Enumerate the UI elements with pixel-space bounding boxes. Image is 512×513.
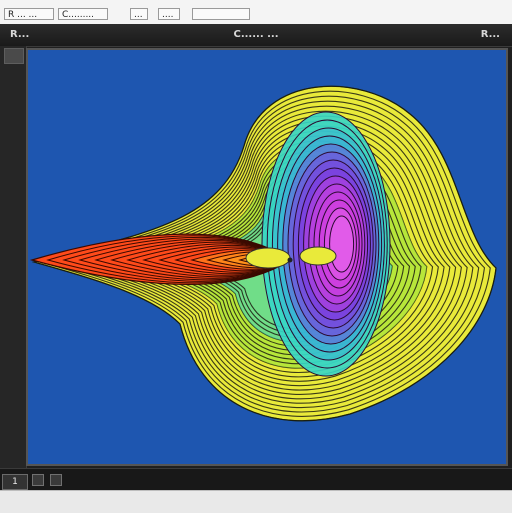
saddle-right-lobe <box>299 246 337 266</box>
square-button-icon[interactable] <box>50 474 62 486</box>
square-button-icon[interactable] <box>32 474 44 486</box>
status-counter: 1 <box>2 474 28 490</box>
lobe-contour <box>329 215 355 273</box>
grip-icon[interactable] <box>4 48 24 64</box>
menu-item-3[interactable]: ... <box>130 8 148 20</box>
statusbar: 1 <box>0 468 512 491</box>
menu-item-4[interactable]: .... <box>158 8 180 20</box>
title-right-label: R... <box>480 29 500 40</box>
saddle-point <box>287 257 293 263</box>
app-window: R... C...... ... R... 1 <box>0 24 512 491</box>
plot-canvas[interactable] <box>26 48 508 466</box>
menu-item-5[interactable] <box>192 8 250 20</box>
saddle-left-lobe <box>245 247 291 269</box>
titlebar: R... C...... ... R... <box>0 24 512 47</box>
left-toolbar <box>0 46 27 474</box>
bottom-strip <box>0 490 512 513</box>
window-title: C...... ... <box>233 29 279 40</box>
menu-item-1[interactable]: R ... ... <box>4 8 54 20</box>
contour-plot <box>28 50 506 464</box>
menubar: R ... ... C......... ... .... <box>0 0 512 27</box>
menu-item-2[interactable]: C......... <box>58 8 108 20</box>
